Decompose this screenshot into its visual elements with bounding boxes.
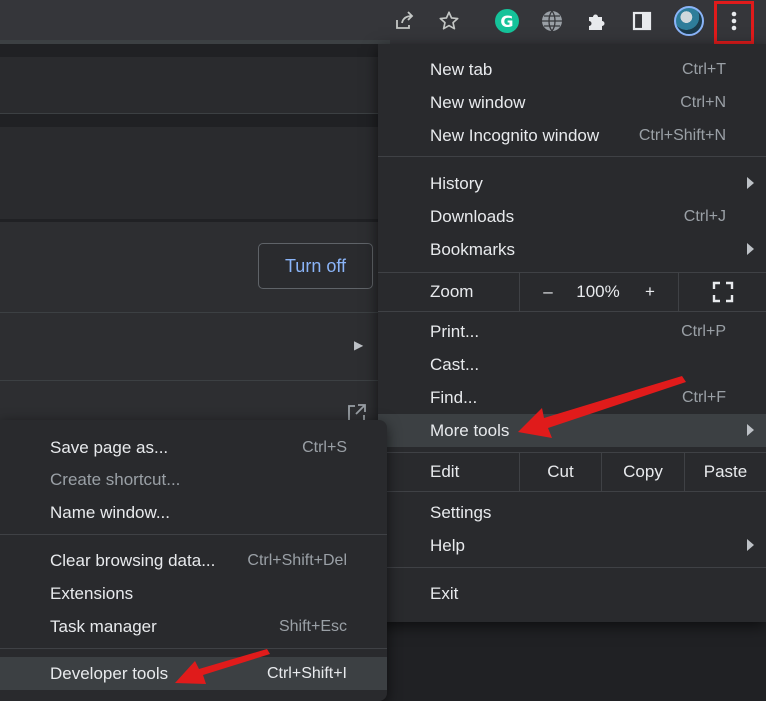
edit-label: Edit [430,462,460,481]
page-row [0,127,378,219]
chevron-right-icon[interactable]: ▶ [354,338,363,352]
copy-button[interactable]: Copy [601,453,684,491]
menu-item-new-incognito-window[interactable]: New Incognito window Ctrl+Shift+N [378,119,766,152]
menu-item-label: Name window... [50,502,170,522]
menu-item-label: New window [430,92,526,112]
menu-item-shortcut: Ctrl+T [682,60,726,78]
menu-item-task-manager[interactable]: Task manager Shift+Esc [0,610,387,643]
menu-separator [0,534,387,535]
turn-off-button[interactable]: Turn off [258,243,373,289]
extensions-icon[interactable] [580,4,614,38]
more-tools-submenu: Save page as... Ctrl+S Create shortcut..… [0,420,387,701]
globe-icon[interactable] [535,4,569,38]
menu-item-help[interactable]: Help [378,529,766,562]
menu-item-label: New tab [430,59,493,79]
browser-toolbar: G [0,0,766,44]
menu-item-label: Find... [430,387,478,407]
menu-item-shortcut: Ctrl+S [302,438,347,456]
menu-button-highlight-box [714,1,754,44]
menu-item-shortcut: Ctrl+F [682,388,726,406]
menu-item-label: Save page as... [50,437,169,457]
menu-item-create-shortcut: Create shortcut... [0,463,387,496]
submenu-arrow-icon [747,243,754,255]
menu-item-developer-tools[interactable]: Developer tools Ctrl+Shift+I [0,657,387,690]
menu-item-label: Extensions [50,583,134,603]
grammarly-letter: G [495,9,519,33]
menu-separator [0,648,387,649]
menu-item-shortcut: Ctrl+Shift+N [638,126,726,144]
menu-item-label: Developer tools [50,663,169,683]
menu-item-bookmarks[interactable]: Bookmarks [378,233,766,266]
menu-item-extensions[interactable]: Extensions [0,577,387,610]
menu-item-new-window[interactable]: New window Ctrl+N [378,86,766,119]
submenu-arrow-icon [747,539,754,551]
divider [0,113,378,114]
menu-item-label: Task manager [50,616,157,636]
menu-item-find[interactable]: Find... Ctrl+F [378,381,766,414]
menu-item-name-window[interactable]: Name window... [0,496,387,529]
menu-item-label: History [430,173,483,193]
menu-item-shortcut: Shift+Esc [278,617,347,635]
menu-separator [378,311,766,312]
paste-button[interactable]: Paste [684,453,766,491]
menu-item-settings[interactable]: Settings [378,496,766,529]
menu-item-label: New Incognito window [430,125,600,145]
menu-separator [378,567,766,568]
side-panel-icon[interactable] [625,4,659,38]
menu-item-shortcut: Ctrl+J [683,207,726,225]
menu-item-label: Settings [430,502,492,522]
menu-item-new-tab[interactable]: New tab Ctrl+T [378,53,766,86]
cut-button[interactable]: Cut [519,453,601,491]
zoom-row: Zoom – 100% + [378,273,766,311]
menu-item-label: Help [430,535,465,555]
divider [0,380,378,381]
avatar [674,6,704,36]
menu-item-label: Bookmarks [430,239,516,259]
menu-item-exit[interactable]: Exit [378,577,766,610]
menu-item-label: More tools [430,420,510,440]
menu-item-label: Downloads [430,206,515,226]
submenu-arrow-icon [747,177,754,189]
menu-item-downloads[interactable]: Downloads Ctrl+J [378,200,766,233]
submenu-arrow-icon [747,424,754,436]
menu-separator [378,156,766,157]
star-icon[interactable] [432,4,466,38]
menu-item-save-page-as[interactable]: Save page as... Ctrl+S [0,431,387,464]
zoom-in-button[interactable]: + [622,273,678,311]
menu-separator [378,491,766,492]
fullscreen-icon [712,281,733,303]
menu-item-label: Create shortcut... [50,469,181,489]
divider [0,312,378,313]
share-icon[interactable] [387,4,421,38]
menu-item-label: Clear browsing data... [50,550,216,570]
fullscreen-button[interactable] [678,273,766,311]
menu-item-label: Cast... [430,354,480,374]
zoom-label: Zoom [430,282,474,301]
grammarly-icon[interactable]: G [490,4,524,38]
menu-item-shortcut: Ctrl+Shift+Del [247,551,347,569]
menu-item-more-tools[interactable]: More tools [378,414,766,447]
menu-item-shortcut: Ctrl+Shift+I [266,664,347,682]
menu-item-cast[interactable]: Cast... [378,348,766,381]
menu-item-history[interactable]: History [378,167,766,200]
menu-item-shortcut: Ctrl+N [680,93,726,111]
toolbar-underline [0,40,390,44]
edit-row: Edit Cut Copy Paste [378,453,766,491]
menu-item-print[interactable]: Print... Ctrl+P [378,315,766,348]
page-row [0,57,378,113]
profile-avatar[interactable] [672,4,706,38]
menu-item-label: Print... [430,321,480,341]
chrome-main-menu: New tab Ctrl+T New window Ctrl+N New Inc… [378,44,766,622]
menu-item-shortcut: Ctrl+P [681,322,726,340]
menu-item-clear-browsing-data[interactable]: Clear browsing data... Ctrl+Shift+Del [0,544,387,577]
menu-item-label: Exit [430,583,459,603]
